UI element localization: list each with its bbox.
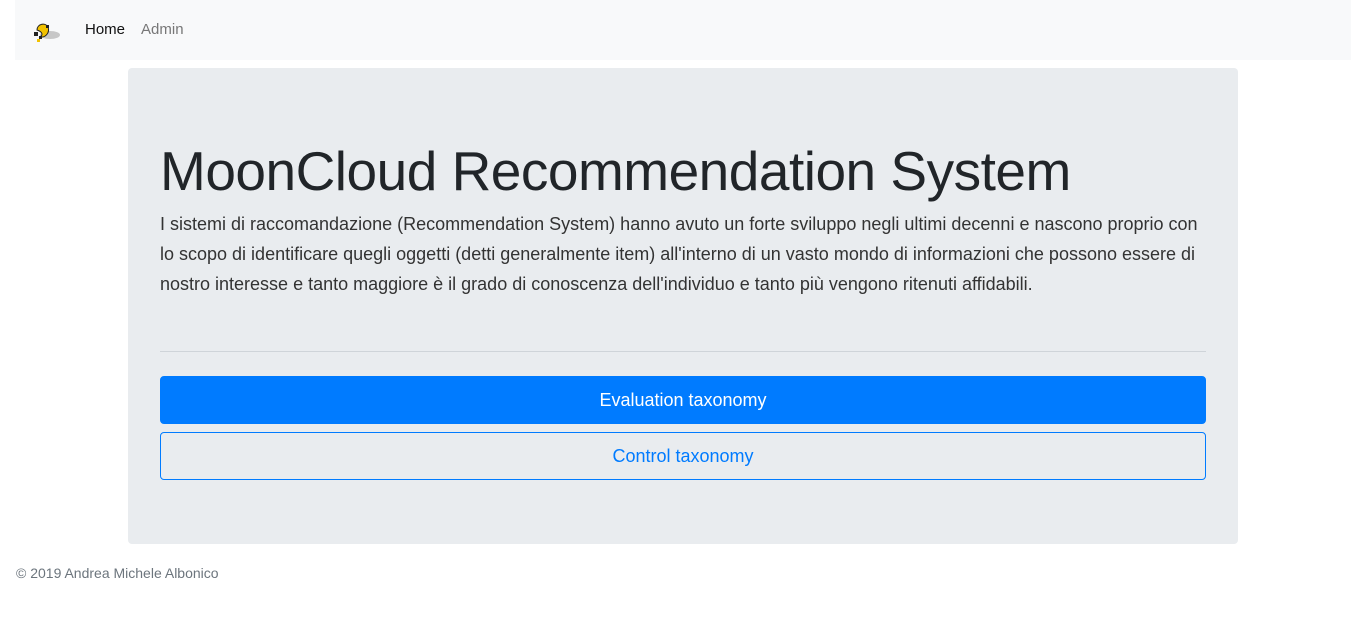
nav-admin-link[interactable]: Admin xyxy=(141,20,184,40)
moon-cloud-logo-icon[interactable] xyxy=(28,16,62,44)
nav-home-link[interactable]: Home xyxy=(85,20,125,40)
jumbotron: MoonCloud Recommendation System I sistem… xyxy=(128,68,1238,544)
control-taxonomy-button[interactable]: Control taxonomy xyxy=(160,432,1206,480)
evaluation-taxonomy-button[interactable]: Evaluation taxonomy xyxy=(160,376,1206,424)
footer-copyright: © 2019 Andrea Michele Albonico xyxy=(16,565,219,581)
page-title: MoonCloud Recommendation System xyxy=(160,140,1071,202)
navbar: Home Admin xyxy=(15,0,1351,60)
divider xyxy=(160,351,1206,352)
lead-paragraph: I sistemi di raccomandazione (Recommenda… xyxy=(160,214,1198,294)
